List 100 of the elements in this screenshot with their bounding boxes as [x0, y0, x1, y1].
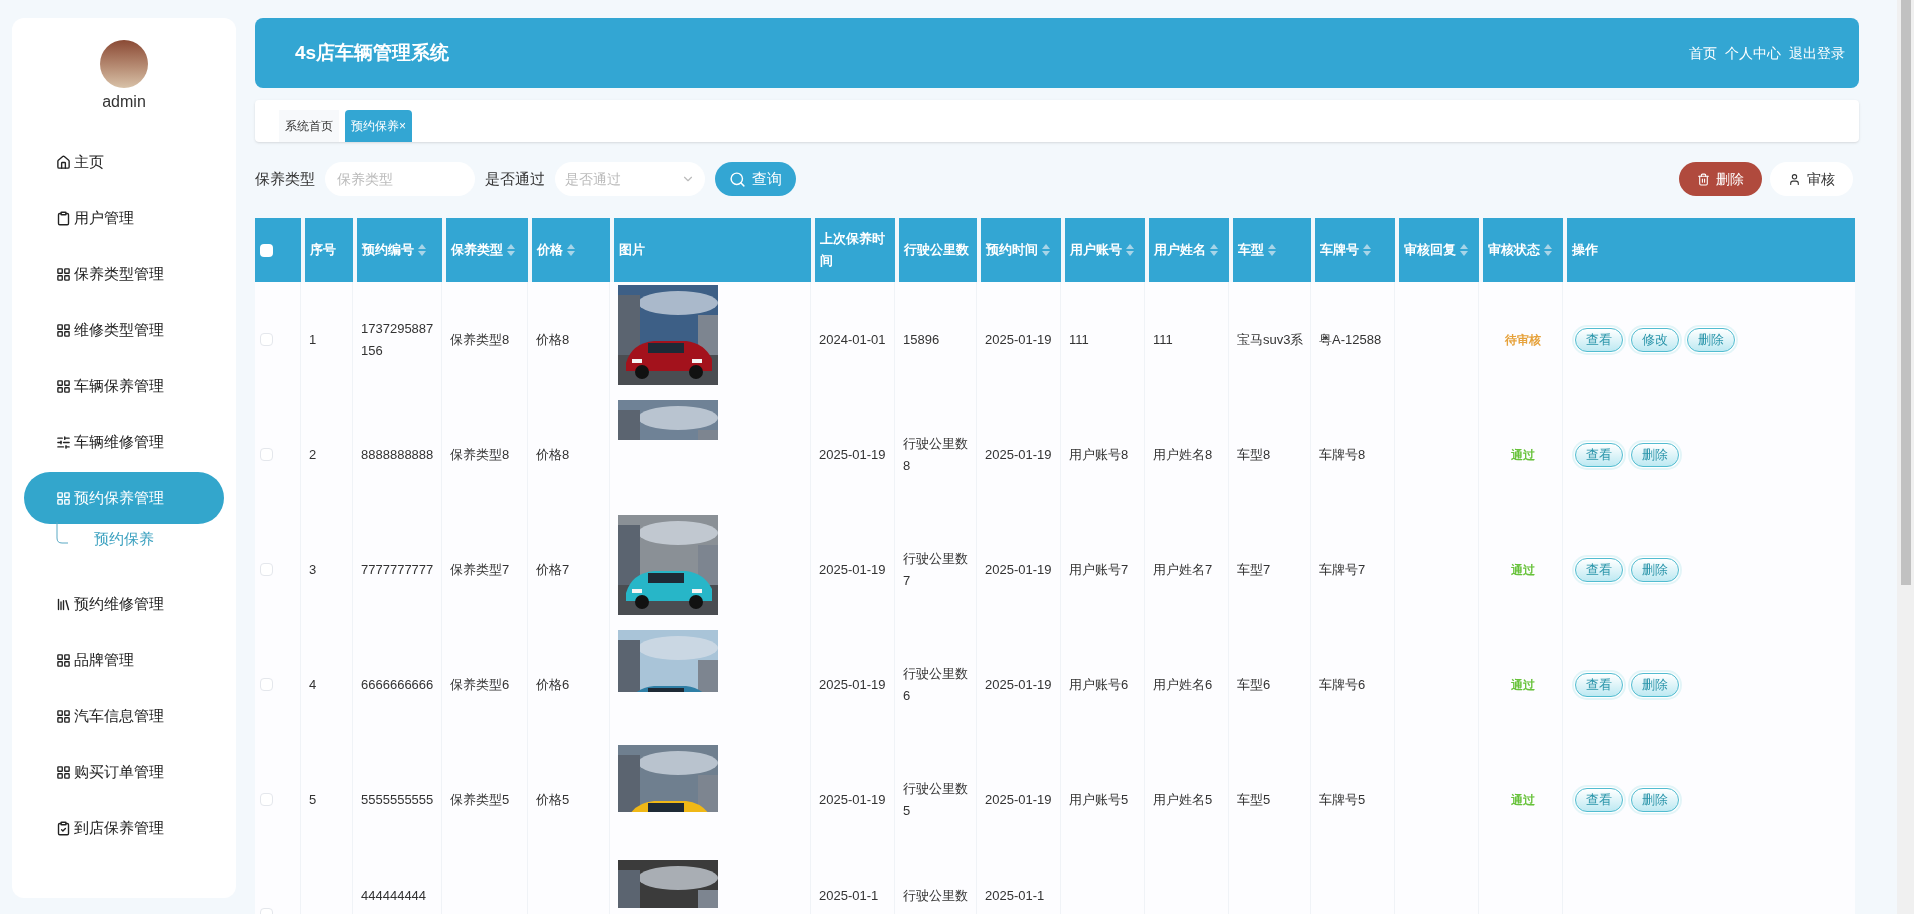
delete-row-button[interactable]: 删除	[1631, 557, 1679, 582]
view-button[interactable]: 查看	[1575, 787, 1623, 812]
delete-row-button[interactable]: 删除	[1631, 442, 1679, 467]
sort-icon[interactable]	[507, 244, 515, 256]
sidebar-item[interactable]: 用户管理	[24, 192, 224, 244]
row-checkbox[interactable]	[260, 563, 273, 576]
table-cell-text: 行驶公里数	[903, 887, 968, 905]
menu-icon	[56, 820, 71, 836]
row-checkbox[interactable]	[260, 678, 273, 691]
header-link[interactable]: 个人中心	[1725, 42, 1781, 64]
column-header[interactable]: 审核状态	[1483, 218, 1563, 282]
table-cell-text: 用户姓名6	[1153, 675, 1213, 694]
sidebar-item[interactable]: 保养类型管理	[24, 248, 224, 300]
table-cell-text: 2025-01-19	[819, 675, 886, 694]
sort-icon[interactable]	[1460, 244, 1468, 256]
table-cell-text: 111	[1069, 330, 1089, 349]
header-link[interactable]: 退出登录	[1789, 42, 1845, 64]
status-tag: 待审核	[1498, 330, 1547, 349]
tab[interactable]: 预约保养×	[345, 110, 412, 142]
search-button[interactable]: 查询	[715, 162, 796, 196]
column-header[interactable]: 价格	[532, 218, 610, 282]
delete-button[interactable]: 删除	[1679, 162, 1762, 196]
column-header: 行驶公里数	[899, 218, 977, 282]
sort-icon[interactable]	[1210, 244, 1218, 256]
table-cell-text: 用户账号8	[1069, 445, 1129, 464]
table-cell-text: 1737295887156	[361, 319, 435, 360]
table-cell-text: 行驶公里数6	[903, 664, 969, 705]
table-cell-text: 行驶公里数8	[903, 434, 969, 475]
close-icon[interactable]: ×	[399, 117, 406, 135]
review-button[interactable]: 审核	[1770, 162, 1853, 196]
table-cell-text: 粤A-12588	[1319, 330, 1382, 349]
sort-icon[interactable]	[1544, 244, 1552, 256]
sort-icon[interactable]	[1363, 244, 1371, 256]
view-button[interactable]: 查看	[1575, 557, 1623, 582]
table-cell-text: 2025-01-19	[819, 445, 886, 464]
table-cell-text: 用户姓名5	[1153, 790, 1213, 809]
sidebar-item[interactable]: 车辆保养管理	[24, 360, 224, 412]
view-button[interactable]: 查看	[1575, 672, 1623, 697]
menu-icon	[56, 652, 71, 668]
table-cell-text: 444444444	[361, 887, 427, 905]
row-checkbox[interactable]	[260, 793, 273, 806]
delete-row-button[interactable]: 删除	[1631, 787, 1679, 812]
sidebar-item[interactable]: 购买订单管理	[24, 746, 224, 798]
column-header[interactable]: 预约编号	[357, 218, 442, 282]
scrollbar[interactable]	[1897, 0, 1914, 914]
view-button[interactable]: 查看	[1575, 442, 1623, 467]
table-cell-text: 车牌号5	[1319, 790, 1366, 809]
tab[interactable]: 系统首页	[279, 110, 339, 142]
sidebar-item[interactable]: 维修类型管理	[24, 304, 224, 356]
menu-icon	[56, 322, 71, 338]
table-cell-text: 3	[309, 560, 317, 579]
sidebar-subitem[interactable]: 预约保养	[94, 528, 154, 551]
sidebar-item[interactable]: 主页	[24, 136, 224, 188]
column-header[interactable]: 预约时间	[981, 218, 1061, 282]
table-cell-text: 2025-01-19	[819, 560, 886, 579]
column-header: 上次保养时间	[815, 218, 895, 282]
status-select[interactable]: 是否通过	[555, 162, 705, 196]
table-cell-text: 车牌号7	[1319, 560, 1366, 579]
row-checkbox[interactable]	[260, 448, 273, 461]
sidebar-item[interactable]: 预约保养管理	[24, 472, 224, 524]
table-cell-text: 15896	[903, 330, 940, 349]
table-cell-text: 2025-01-19	[985, 560, 1052, 579]
sidebar-item[interactable]: 车辆维修管理	[24, 416, 224, 468]
search-field[interactable]: 保养类型	[325, 162, 475, 196]
sidebar-item[interactable]: 到店保养管理	[24, 802, 224, 854]
sidebar-item[interactable]: 预约维修管理	[24, 578, 224, 630]
table-cell-text: 车型8	[1237, 445, 1271, 464]
column-header[interactable]: 审核回复	[1399, 218, 1479, 282]
table-cell-text: 2025-01-19	[985, 445, 1052, 464]
table-cell-text: 车牌号8	[1319, 445, 1366, 464]
table-cell-text: 7777777777	[361, 560, 434, 579]
header-link[interactable]: 首页	[1689, 42, 1717, 64]
view-button[interactable]: 查看	[1575, 327, 1623, 352]
sort-icon[interactable]	[418, 244, 426, 256]
sort-icon[interactable]	[1268, 244, 1276, 256]
table-cell-text: 价格6	[536, 675, 570, 694]
column-header: 序号	[305, 218, 353, 282]
column-header[interactable]: 车牌号	[1315, 218, 1395, 282]
column-header[interactable]: 车型	[1233, 218, 1311, 282]
delete-row-button[interactable]: 删除	[1631, 672, 1679, 697]
menu-icon	[56, 266, 71, 282]
column-header[interactable]: 保养类型	[446, 218, 528, 282]
table-cell-text: 2025-01-1	[819, 887, 879, 905]
select-all-checkbox[interactable]	[260, 243, 273, 257]
table-cell-text: 5555555555	[361, 790, 434, 809]
row-checkbox[interactable]	[260, 333, 273, 346]
column-header[interactable]: 用户姓名	[1149, 218, 1229, 282]
menu-icon	[56, 490, 71, 506]
status-tag: 通过	[1504, 675, 1541, 694]
delete-row-button[interactable]: 删除	[1687, 327, 1735, 352]
sidebar-item[interactable]: 品牌管理	[24, 634, 224, 686]
sort-icon[interactable]	[1042, 244, 1050, 256]
table-cell-text: 2025-01-1	[985, 887, 1045, 905]
column-header[interactable]: 用户账号	[1065, 218, 1145, 282]
sort-icon[interactable]	[1126, 244, 1134, 256]
edit-button[interactable]: 修改	[1631, 327, 1679, 352]
table-cell-text: 111	[1153, 330, 1173, 349]
sidebar-item[interactable]: 汽车信息管理	[24, 690, 224, 742]
sort-icon[interactable]	[567, 244, 575, 256]
table-cell-text: 2024-01-01	[819, 330, 886, 349]
